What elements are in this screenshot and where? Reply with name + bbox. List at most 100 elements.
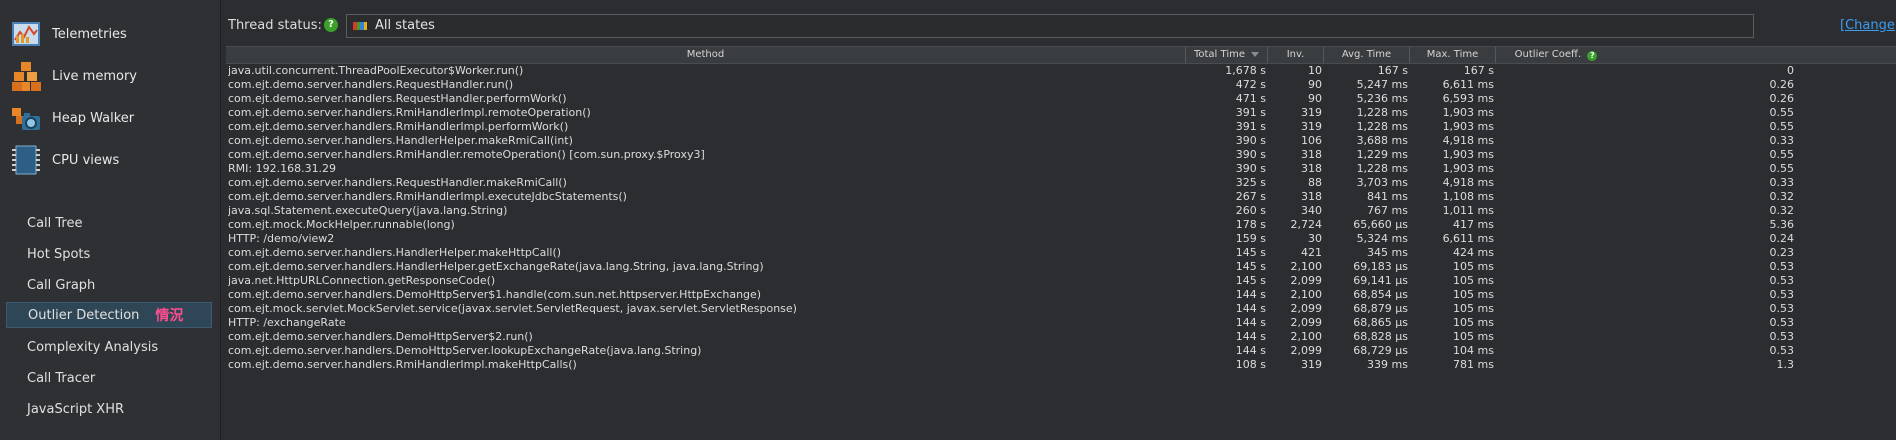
table-row[interactable]: com.ejt.demo.server.handlers.RmiHandlerI…	[226, 120, 1896, 134]
table-row[interactable]: com.ejt.demo.server.handlers.RmiHandlerI…	[226, 358, 1896, 372]
table-row[interactable]: com.ejt.demo.server.handlers.RequestHand…	[226, 78, 1896, 92]
cell-max-time: 6,593 ms	[1442, 92, 1494, 105]
table-row[interactable]: com.ejt.demo.server.handlers.RequestHand…	[226, 176, 1896, 190]
cell-total-time: 145 s	[1235, 260, 1266, 273]
cell-avg-time: 65,660 µs	[1353, 218, 1408, 231]
cell-total-time: 391 s	[1235, 120, 1266, 133]
cell-method: com.ejt.mock.MockHelper.runnable(long)	[228, 218, 455, 231]
help-icon[interactable]: ?	[324, 18, 338, 32]
cell-method: java.net.HttpURLConnection.getResponseCo…	[228, 274, 496, 287]
table-row[interactable]: com.ejt.demo.server.handlers.RequestHand…	[226, 92, 1896, 106]
cell-method: HTTP: /demo/view2	[228, 232, 335, 245]
column-title: Total Time	[1193, 49, 1245, 60]
column-header-total-time[interactable]: Total Time	[1186, 47, 1268, 63]
cell-method: com.ejt.demo.server.handlers.DemoHttpSer…	[228, 344, 702, 357]
cell-invocations: 88	[1308, 176, 1322, 189]
cell-invocations: 318	[1301, 148, 1322, 161]
cell-method: com.ejt.demo.server.handlers.RmiHandlerI…	[228, 358, 577, 371]
table-row[interactable]: java.net.HttpURLConnection.getResponseCo…	[226, 274, 1896, 288]
cell-method: RMI: 192.168.31.29	[228, 162, 337, 175]
cell-outlier-coeff: 0.53	[1769, 288, 1795, 301]
sidebar: Telemetries Live memory Heap Walker CPU …	[0, 0, 221, 440]
change-link[interactable]: [Change]	[1840, 18, 1896, 33]
cell-avg-time: 767 ms	[1367, 204, 1408, 217]
cell-outlier-coeff: 0.55	[1769, 106, 1795, 119]
column-header-method[interactable]: Method	[226, 47, 1186, 63]
thread-status-label: Thread status:	[228, 18, 322, 33]
thread-status-bar: Thread status: ? All states [Change]	[226, 10, 1896, 42]
nav-call-graph[interactable]: Call Graph	[6, 272, 212, 298]
cell-avg-time: 841 ms	[1367, 190, 1408, 203]
cell-max-time: 6,611 ms	[1442, 232, 1494, 245]
cell-avg-time: 68,879 µs	[1353, 302, 1408, 315]
section-cpu-views[interactable]: CPU views	[0, 138, 220, 182]
column-header-max-time[interactable]: Max. Time	[1410, 47, 1496, 63]
cell-method: HTTP: /exchangeRate	[228, 316, 346, 329]
nav-call-tree[interactable]: Call Tree	[6, 210, 212, 236]
column-header-avg-time[interactable]: Avg. Time	[1324, 47, 1410, 63]
cell-total-time: 325 s	[1235, 176, 1266, 189]
section-heap-walker[interactable]: Heap Walker	[0, 96, 220, 140]
help-icon[interactable]: ?	[1587, 51, 1598, 61]
table-row[interactable]: com.ejt.demo.server.handlers.HandlerHelp…	[226, 260, 1896, 274]
table-row[interactable]: HTTP: /demo/view2 159 s 30 5,324 ms 6,611 ms…	[226, 232, 1896, 246]
table-row[interactable]: java.sql.Statement.executeQuery(java.lan…	[226, 204, 1896, 218]
cell-max-time: 417 ms	[1453, 218, 1494, 231]
cell-max-time: 6,611 ms	[1442, 78, 1494, 91]
cell-max-time: 1,903 ms	[1442, 120, 1494, 133]
table-row[interactable]: com.ejt.demo.server.handlers.DemoHttpSer…	[226, 344, 1896, 358]
cell-avg-time: 5,324 ms	[1356, 232, 1408, 245]
cell-max-time: 104 ms	[1453, 344, 1494, 357]
table-row[interactable]: com.ejt.demo.server.handlers.RmiHandlerI…	[226, 190, 1896, 204]
cell-total-time: 471 s	[1235, 92, 1266, 105]
cell-max-time: 1,011 ms	[1442, 204, 1494, 217]
cell-outlier-coeff: 0.24	[1769, 232, 1795, 245]
cell-method: java.util.concurrent.ThreadPoolExecutor$…	[228, 64, 524, 77]
table-row[interactable]: java.util.concurrent.ThreadPoolExecutor$…	[226, 64, 1896, 78]
cell-invocations: 2,100	[1290, 260, 1323, 273]
table-row[interactable]: com.ejt.mock.MockHelper.runnable(long) 17…	[226, 218, 1896, 232]
column-header-invocations[interactable]: Inv.	[1268, 47, 1324, 63]
table-row[interactable]: com.ejt.demo.server.handlers.DemoHttpSer…	[226, 288, 1896, 302]
cell-outlier-coeff: 1.3	[1776, 358, 1795, 371]
table-row[interactable]: com.ejt.demo.server.handlers.RmiHandler.…	[226, 148, 1896, 162]
table-row[interactable]: com.ejt.demo.server.handlers.RmiHandlerI…	[226, 106, 1896, 120]
table-row[interactable]: com.ejt.demo.server.handlers.HandlerHelp…	[226, 246, 1896, 260]
table-row[interactable]: com.ejt.demo.server.handlers.DemoHttpSer…	[226, 330, 1896, 344]
section-live-memory[interactable]: Live memory	[0, 54, 220, 98]
cell-total-time: 390 s	[1235, 134, 1266, 147]
section-label: Heap Walker	[52, 110, 135, 126]
cell-outlier-coeff: 0.55	[1769, 148, 1795, 161]
column-header-outlier-coeff[interactable]: Outlier Coeff. ?	[1496, 47, 1616, 63]
cell-total-time: 390 s	[1235, 148, 1266, 161]
cell-invocations: 421	[1301, 246, 1322, 259]
nav-javascript-xhr[interactable]: JavaScript XHR	[6, 396, 212, 422]
table-row[interactable]: com.ejt.demo.server.handlers.HandlerHelp…	[226, 134, 1896, 148]
cell-avg-time: 345 ms	[1367, 246, 1408, 259]
nav-complexity-analysis[interactable]: Complexity Analysis	[6, 334, 212, 360]
heap-walker-icon	[12, 108, 40, 130]
nav-outlier-detection[interactable]: Outlier Detection 情況	[6, 302, 212, 328]
thread-state-value: All states	[375, 18, 435, 33]
cell-total-time: 178 s	[1235, 218, 1266, 231]
cell-avg-time: 69,141 µs	[1353, 274, 1408, 287]
cell-outlier-coeff: 0.26	[1769, 92, 1795, 105]
table-row[interactable]: com.ejt.mock.servlet.MockServlet.service…	[226, 302, 1896, 316]
cell-avg-time: 69,183 µs	[1353, 260, 1408, 273]
cell-max-time: 1,903 ms	[1442, 148, 1494, 161]
nav-call-tracer[interactable]: Call Tracer	[6, 365, 212, 391]
cpu-views-icon	[12, 145, 40, 175]
live-memory-icon	[12, 62, 41, 91]
cell-invocations: 319	[1301, 106, 1322, 119]
cell-max-time: 4,918 ms	[1442, 134, 1494, 147]
table-row[interactable]: HTTP: /exchangeRate 144 s 2,099 68,865 µs 10…	[226, 316, 1896, 330]
cell-max-time: 105 ms	[1453, 316, 1494, 329]
thread-states-icon	[353, 22, 367, 30]
thread-state-selector[interactable]: All states	[346, 14, 1754, 38]
section-telemetries[interactable]: Telemetries	[0, 12, 220, 56]
cell-avg-time: 1,228 ms	[1356, 120, 1408, 133]
cell-max-time: 1,903 ms	[1442, 106, 1494, 119]
cell-method: com.ejt.demo.server.handlers.RmiHandler.…	[228, 148, 705, 161]
nav-hot-spots[interactable]: Hot Spots	[6, 241, 212, 267]
table-row[interactable]: RMI: 192.168.31.29 390 s 318 1,228 ms 1,903 …	[226, 162, 1896, 176]
